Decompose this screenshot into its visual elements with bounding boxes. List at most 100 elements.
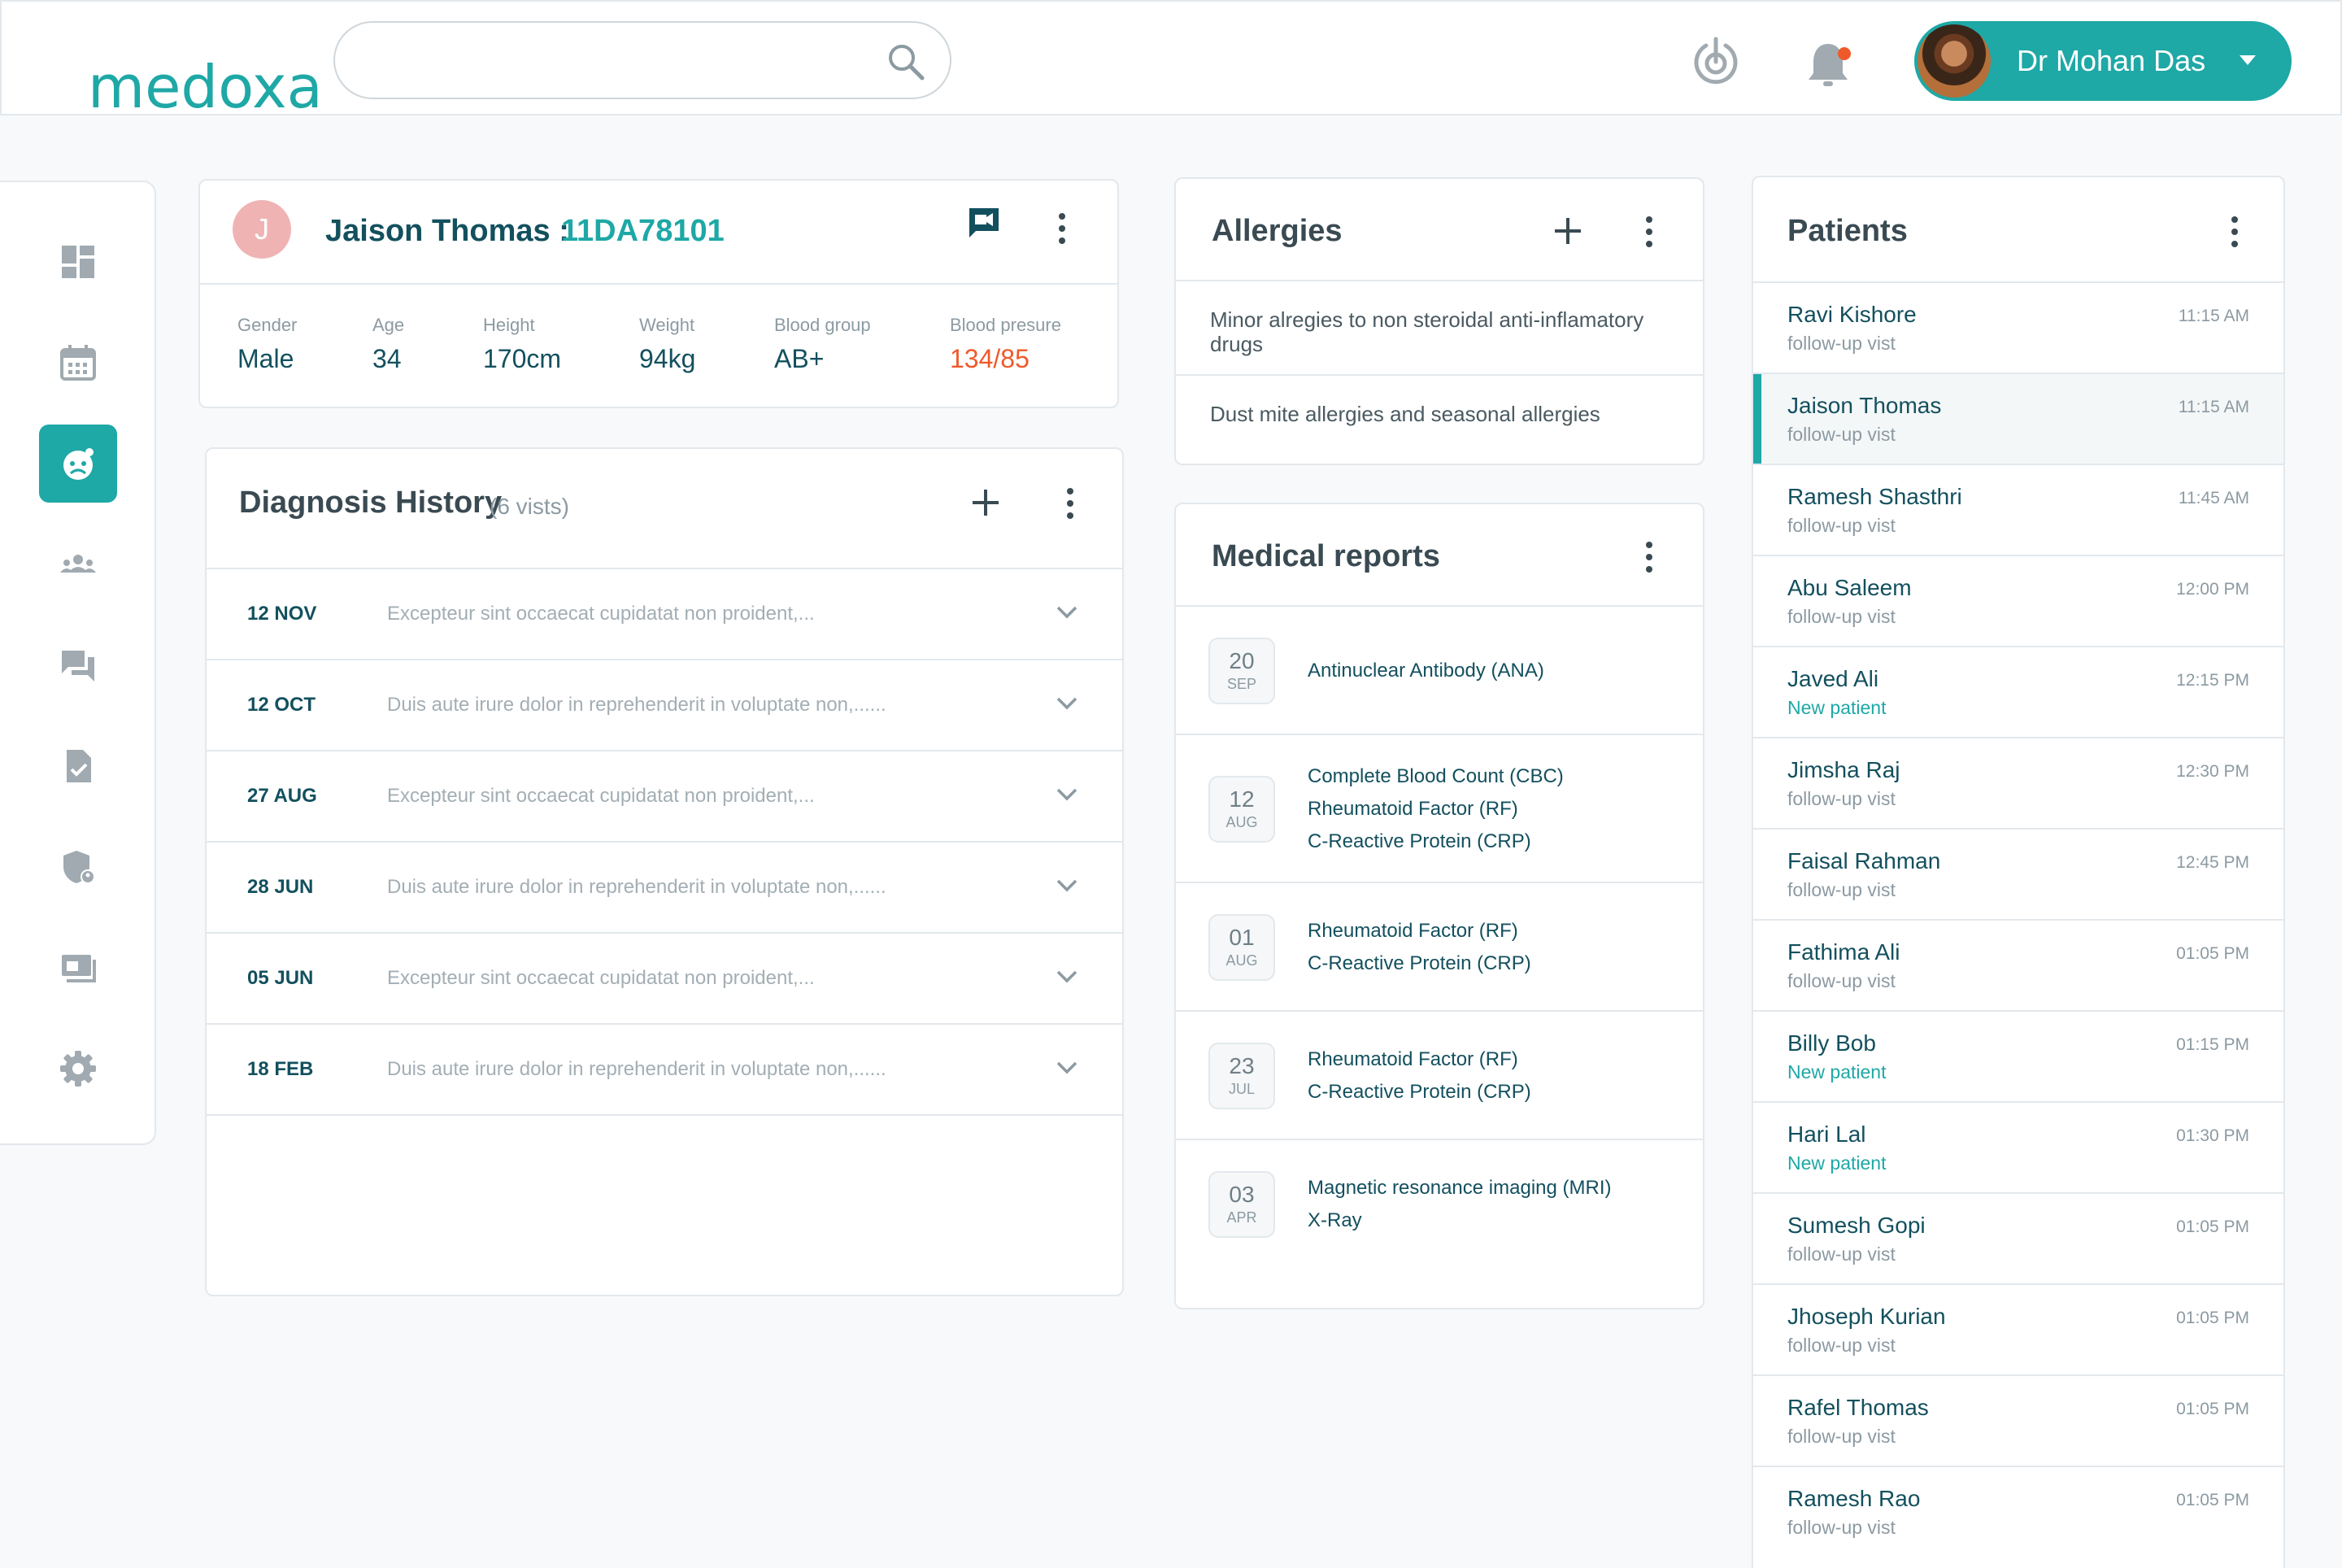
- sidebar-item-users[interactable]: [39, 525, 117, 603]
- chevron-down-icon[interactable]: [1056, 878, 1078, 893]
- sidebar-item-messages[interactable]: [39, 626, 117, 704]
- chevron-down-icon[interactable]: [1056, 696, 1078, 711]
- report-row[interactable]: 12 AUG Complete Blood Count (CBC) Rheumatoi…: [1176, 734, 1703, 882]
- add-diagnosis-icon[interactable]: [973, 490, 999, 516]
- group-icon: [60, 555, 96, 573]
- patient-row[interactable]: Jaison Thomas follow-up vist 11:15 AM: [1753, 372, 2283, 465]
- sidebar-item-calendar[interactable]: [39, 324, 117, 402]
- sidebar-item-billing[interactable]: [39, 929, 117, 1007]
- patient-list-name: Jhoseph Kurian: [1787, 1304, 1946, 1329]
- report-test-link[interactable]: Rheumatoid Factor (RF): [1308, 915, 1531, 947]
- diagnosis-row[interactable]: 28 JUN Duis aute irure dolor in reprehend…: [207, 841, 1122, 932]
- chevron-down-icon[interactable]: [1056, 969, 1078, 984]
- profile-more-icon[interactable]: [1057, 213, 1067, 252]
- diagnosis-summary: Excepteur sint occaecat cupidatat non pr…: [387, 967, 815, 989]
- patient-row[interactable]: Fathima Ali follow-up vist 01:05 PM: [1753, 919, 2283, 1010]
- chevron-down-icon[interactable]: [1056, 605, 1078, 620]
- chevron-down-icon[interactable]: [1056, 787, 1078, 802]
- diagnosis-summary: Excepteur sint occaecat cupidatat non pr…: [387, 785, 815, 807]
- patient-row[interactable]: Ravi Kishore follow-up vist 11:15 AM: [1753, 281, 2283, 372]
- patient-row[interactable]: Faisal Rahman follow-up vist 12:45 PM: [1753, 828, 2283, 919]
- diagnosis-date: 28 JUN: [247, 876, 314, 898]
- chevron-down-icon: [2240, 55, 2256, 65]
- report-row[interactable]: 03 APR Magnetic resonance imaging (MRI) X-R…: [1176, 1139, 1703, 1267]
- patient-row[interactable]: Ramesh Rao follow-up vist 01:05 PM: [1753, 1466, 2283, 1557]
- report-tests: Magnetic resonance imaging (MRI) X-Ray: [1308, 1172, 1612, 1237]
- patient-list-name: Ramesh Shasthri: [1787, 484, 1962, 509]
- chevron-down-icon[interactable]: [1056, 1061, 1078, 1075]
- allergy-item: Minor alregies to non steroidal anti-inf…: [1210, 307, 1644, 356]
- patient-name: Jaison Thomas :: [325, 214, 569, 248]
- search-input[interactable]: [368, 39, 872, 85]
- report-test-link[interactable]: Complete Blood Count (CBC): [1308, 760, 1564, 793]
- sidebar-item-patient[interactable]: [39, 425, 117, 503]
- patient-appointment-time: 12:30 PM: [2176, 762, 2249, 781]
- allergies-more-icon[interactable]: [1644, 216, 1654, 255]
- diagnosis-row[interactable]: 12 NOV Excepteur sint occaecat cupidatat …: [207, 568, 1122, 659]
- patient-face-icon: [63, 448, 94, 480]
- patient-row[interactable]: Jimsha Raj follow-up vist 12:30 PM: [1753, 737, 2283, 828]
- patient-row[interactable]: Ramesh Shasthri follow-up vist 11:45 AM: [1753, 464, 2283, 555]
- add-allergy-icon[interactable]: [1555, 218, 1581, 244]
- patient-visit-type: follow-up vist: [1787, 1517, 1896, 1538]
- patient-profile-card: J Jaison Thomas : 11DA78101 Gender Male …: [198, 179, 1119, 408]
- logo[interactable]: medoxa: [88, 50, 323, 124]
- patient-appointment-time: 01:05 PM: [2176, 1217, 2249, 1236]
- report-test-link[interactable]: C-Reactive Protein (CRP): [1308, 1076, 1531, 1108]
- search-box[interactable]: [333, 21, 951, 99]
- patient-row[interactable]: Billy Bob New patient 01:15 PM: [1753, 1010, 2283, 1101]
- patient-visit-type: follow-up vist: [1787, 606, 1896, 627]
- chat-icon: [62, 651, 94, 682]
- reports-more-icon[interactable]: [1644, 542, 1654, 581]
- calendar-icon: [60, 345, 96, 381]
- app-root: medoxa Dr Mohan Das J Jaison Thomas: 11…: [0, 0, 2342, 1568]
- vital-value-weight: 94kg: [639, 344, 696, 373]
- patient-visit-type: New patient: [1787, 697, 1887, 718]
- sidebar-item-dashboard[interactable]: [39, 223, 117, 301]
- patient-appointment-time: 11:15 AM: [2178, 398, 2249, 416]
- diagnosis-summary: Duis aute irure dolor in reprehenderit i…: [387, 1058, 886, 1080]
- report-row[interactable]: 23 JUL Rheumatoid Factor (RF) C-Reactive Pr…: [1176, 1010, 1703, 1139]
- patient-appointment-time: 01:15 PM: [2176, 1035, 2249, 1054]
- report-test-link[interactable]: Rheumatoid Factor (RF): [1308, 1043, 1531, 1076]
- sidebar-item-security[interactable]: [39, 828, 117, 906]
- diagnosis-summary: Duis aute irure dolor in reprehenderit i…: [387, 694, 886, 716]
- sidebar-item-reports[interactable]: [39, 727, 117, 805]
- diagnosis-row[interactable]: 18 FEB Duis aute irure dolor in reprehend…: [207, 1023, 1122, 1114]
- divider: [200, 283, 1117, 285]
- vital-label-blood-group: Blood group: [774, 315, 871, 335]
- report-test-link[interactable]: C-Reactive Protein (CRP): [1308, 825, 1564, 858]
- search-icon[interactable]: [885, 41, 927, 83]
- report-test-link[interactable]: X-Ray: [1308, 1204, 1612, 1237]
- patient-visit-type: follow-up vist: [1787, 515, 1896, 536]
- diagnosis-more-icon[interactable]: [1065, 488, 1075, 527]
- patient-row[interactable]: Jhoseph Kurian follow-up vist 01:05 PM: [1753, 1283, 2283, 1374]
- report-row[interactable]: 20 SEP Antinuclear Antibody (ANA): [1176, 605, 1703, 734]
- report-test-link[interactable]: C-Reactive Protein (CRP): [1308, 947, 1531, 980]
- patients-more-icon[interactable]: [2230, 216, 2240, 255]
- patient-row[interactable]: Rafel Thomas follow-up vist 01:05 PM: [1753, 1374, 2283, 1466]
- report-day: 01: [1229, 925, 1255, 950]
- patient-row[interactable]: Hari Lal New patient 01:30 PM: [1753, 1101, 2283, 1192]
- diagnosis-row[interactable]: 05 JUN Excepteur sint occaecat cupidatat …: [207, 932, 1122, 1023]
- report-test-link[interactable]: Rheumatoid Factor (RF): [1308, 793, 1564, 825]
- video-call-icon[interactable]: [966, 205, 1002, 241]
- activity-icon[interactable]: [1690, 34, 1742, 86]
- report-test-link[interactable]: Antinuclear Antibody (ANA): [1308, 655, 1544, 687]
- patient-list-name: Faisal Rahman: [1787, 848, 1941, 873]
- report-row[interactable]: 01 AUG Rheumatoid Factor (RF) C-Reactive Pr…: [1176, 882, 1703, 1010]
- allergy-item: Dust mite allergies and seasonal allergi…: [1210, 402, 1600, 426]
- diagnosis-row[interactable]: 27 AUG Excepteur sint occaecat cupidatat …: [207, 750, 1122, 841]
- user-menu[interactable]: Dr Mohan Das: [1914, 21, 2292, 101]
- patient-id: 11DA78101: [561, 214, 725, 248]
- report-tests: Complete Blood Count (CBC) Rheumatoid Fac…: [1308, 760, 1564, 858]
- patient-row[interactable]: Abu Saleem follow-up vist 12:00 PM: [1753, 555, 2283, 646]
- patient-row[interactable]: Sumesh Gopi follow-up vist 01:05 PM: [1753, 1192, 2283, 1283]
- patient-appointment-time: 12:45 PM: [2176, 853, 2249, 872]
- diagnosis-row[interactable]: 12 OCT Duis aute irure dolor in reprehend…: [207, 659, 1122, 750]
- diagnosis-date: 18 FEB: [247, 1058, 314, 1080]
- sidebar-item-settings[interactable]: [39, 1030, 117, 1108]
- report-test-link[interactable]: Magnetic resonance imaging (MRI): [1308, 1172, 1612, 1204]
- report-tests: Rheumatoid Factor (RF) C-Reactive Protein…: [1308, 915, 1531, 980]
- patient-row[interactable]: Javed Ali New patient 12:15 PM: [1753, 646, 2283, 737]
